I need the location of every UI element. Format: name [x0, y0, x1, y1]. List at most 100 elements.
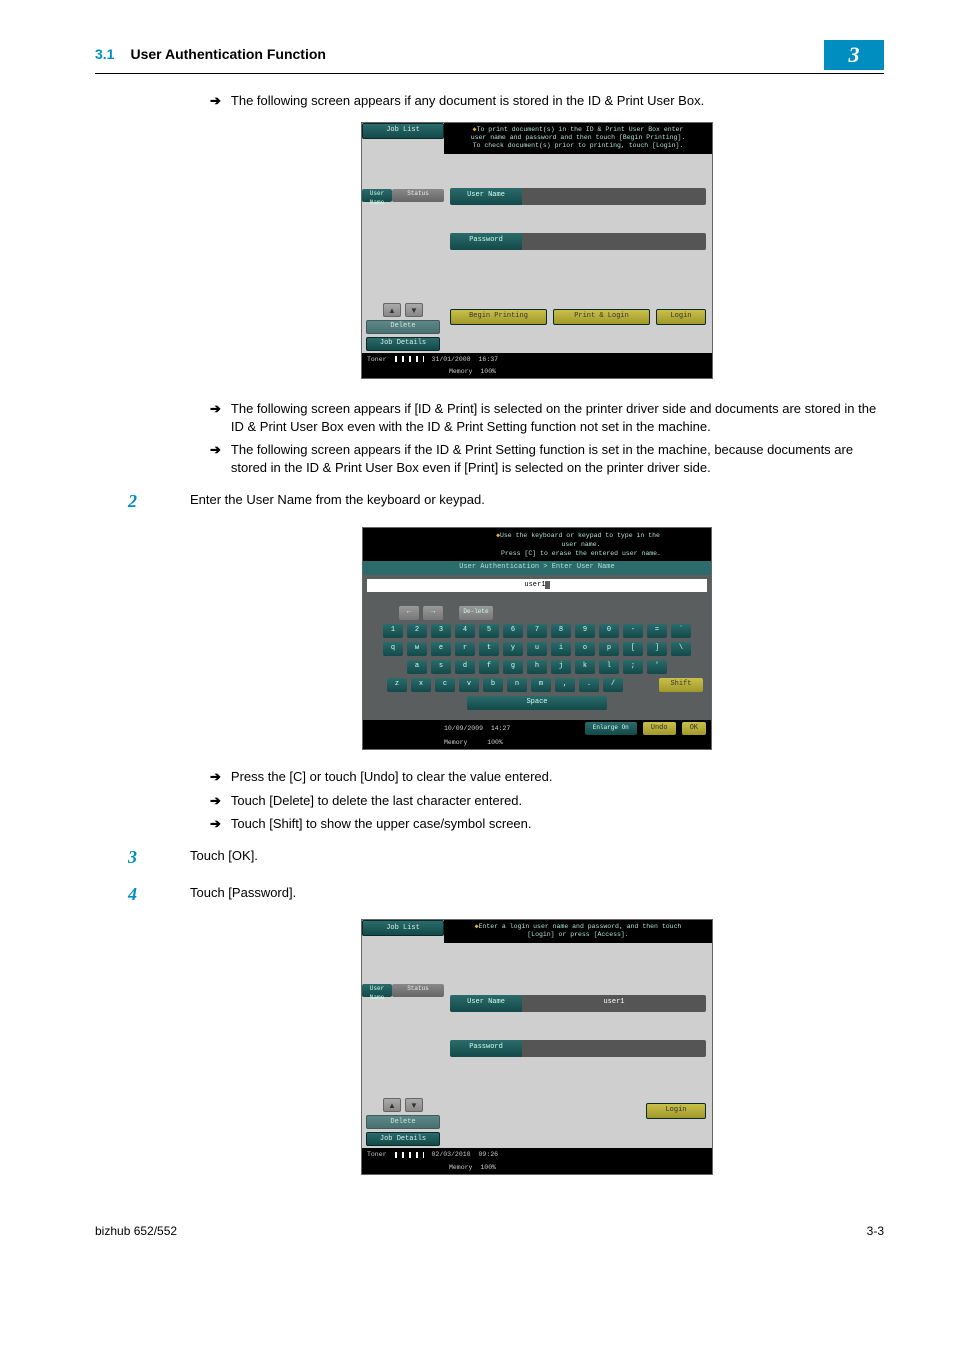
key-q[interactable]: q — [383, 642, 403, 656]
login-button[interactable]: Login — [646, 1103, 706, 1119]
key-1[interactable]: 1 — [383, 624, 403, 638]
password-input[interactable] — [522, 233, 706, 250]
keyboard-input[interactable]: user1 — [367, 579, 707, 592]
memory-label: Memory — [449, 367, 472, 376]
key-6[interactable]: 6 — [503, 624, 523, 638]
arrow-icon: ➔ — [210, 92, 221, 110]
user-name-input[interactable]: user1 — [522, 995, 706, 1012]
key-i[interactable]: i — [551, 642, 571, 656]
space-key[interactable]: Space — [467, 696, 607, 710]
key-l[interactable]: l — [599, 660, 619, 674]
key-;[interactable]: ; — [623, 660, 643, 674]
key-][interactable]: ] — [647, 642, 667, 656]
status-tab[interactable]: Status — [392, 984, 444, 997]
key-s[interactable]: s — [431, 660, 451, 674]
job-details-button[interactable]: Job Details — [366, 337, 440, 351]
user-name-tab[interactable]: User Name — [362, 189, 392, 202]
key-j[interactable]: j — [551, 660, 571, 674]
key--[interactable]: - — [623, 624, 643, 638]
hint-line-2: [Login] or press [Access]. — [527, 931, 628, 938]
down-arrow-button[interactable]: ▼ — [405, 303, 423, 317]
kb-hint-2: user name. — [561, 541, 600, 548]
key-7[interactable]: 7 — [527, 624, 547, 638]
key-m[interactable]: m — [531, 678, 551, 692]
key-k[interactable]: k — [575, 660, 595, 674]
delete-button[interactable]: Delete — [366, 320, 440, 334]
key-9[interactable]: 9 — [575, 624, 595, 638]
key-v[interactable]: v — [459, 678, 479, 692]
undo-button[interactable]: Undo — [643, 722, 676, 736]
key-w[interactable]: w — [407, 642, 427, 656]
up-arrow-button[interactable]: ▲ — [383, 303, 401, 317]
delete-key[interactable]: De-lete — [459, 606, 493, 620]
toner-label: Toner — [367, 356, 387, 363]
key-n[interactable]: n — [507, 678, 527, 692]
key-row-q: qwertyuiop [] \ — [371, 642, 703, 656]
login-button[interactable]: Login — [656, 309, 706, 325]
key-3[interactable]: 3 — [431, 624, 451, 638]
kb-hint-1: Use the keyboard or keypad to type in th… — [500, 532, 660, 539]
key-=[interactable]: = — [647, 624, 667, 638]
job-list-button[interactable]: Job List — [362, 920, 444, 936]
memory-value: 100% — [480, 1163, 496, 1172]
cursor-right-key[interactable]: → — [423, 606, 443, 620]
job-details-button[interactable]: Job Details — [366, 1132, 440, 1146]
delete-button[interactable]: Delete — [366, 1115, 440, 1129]
password-input[interactable] — [522, 1040, 706, 1057]
key-p[interactable]: p — [599, 642, 619, 656]
key-a[interactable]: a — [407, 660, 427, 674]
up-arrow-button[interactable]: ▲ — [383, 1098, 401, 1112]
toner-bar-icon — [390, 1152, 424, 1158]
key-5[interactable]: 5 — [479, 624, 499, 638]
bullet-text: Touch [Shift] to show the upper case/sym… — [231, 815, 532, 833]
key-4[interactable]: 4 — [455, 624, 475, 638]
ok-button[interactable]: OK — [682, 722, 706, 736]
status-time: 16:37 — [479, 355, 499, 364]
key-y[interactable]: y — [503, 642, 523, 656]
step-3-text: Touch [OK]. — [190, 845, 884, 870]
key-[[interactable]: [ — [623, 642, 643, 656]
key-h[interactable]: h — [527, 660, 547, 674]
key-o[interactable]: o — [575, 642, 595, 656]
key-z[interactable]: z — [387, 678, 407, 692]
key-\[interactable]: \ — [671, 642, 691, 656]
key-b[interactable]: b — [483, 678, 503, 692]
user-name-tab[interactable]: User Name — [362, 984, 392, 997]
job-list-button[interactable]: Job List — [362, 123, 444, 139]
enlarge-button[interactable]: Enlarge On — [585, 722, 637, 734]
key-u[interactable]: u — [527, 642, 547, 656]
arrow-icon: ➔ — [210, 768, 221, 786]
status-tab[interactable]: Status — [392, 189, 444, 202]
key-f[interactable]: f — [479, 660, 499, 674]
key-2[interactable]: 2 — [407, 624, 427, 638]
key-r[interactable]: r — [455, 642, 475, 656]
shift-key[interactable]: Shift — [659, 678, 703, 692]
key-.[interactable]: . — [579, 678, 599, 692]
key-8[interactable]: 8 — [551, 624, 571, 638]
key-0[interactable]: 0 — [599, 624, 619, 638]
key-/[interactable]: / — [603, 678, 623, 692]
status-date: 31/01/2008 — [432, 355, 471, 364]
arrow-icon: ➔ — [210, 441, 221, 477]
key-,[interactable]: , — [555, 678, 575, 692]
cursor-left-key[interactable]: ← — [399, 606, 419, 620]
toner-bar-icon — [390, 356, 424, 362]
key-t[interactable]: t — [479, 642, 499, 656]
key-c[interactable]: c — [435, 678, 455, 692]
key-d[interactable]: d — [455, 660, 475, 674]
kb-hint-3: Press [C] to erase the entered user name… — [501, 550, 661, 557]
key-e[interactable]: e — [431, 642, 451, 656]
screenshot-keyboard: ◆Use the keyboard or keypad to type in t… — [362, 527, 712, 751]
key-'[interactable]: ' — [647, 660, 667, 674]
begin-printing-button[interactable]: Begin Printing — [450, 309, 547, 325]
hint-line-3: To check document(s) prior to printing, … — [473, 142, 684, 149]
user-name-input[interactable] — [522, 188, 706, 205]
hint-line-2: user name and password and then touch [B… — [471, 134, 686, 141]
key-`[interactable]: ` — [671, 624, 691, 638]
key-x[interactable]: x — [411, 678, 431, 692]
intro-text: The following screen appears if any docu… — [231, 92, 704, 110]
key-row-z: zxcvbnm,. / — [387, 678, 623, 692]
down-arrow-button[interactable]: ▼ — [405, 1098, 423, 1112]
key-g[interactable]: g — [503, 660, 523, 674]
print-login-button[interactable]: Print & Login — [553, 309, 650, 325]
